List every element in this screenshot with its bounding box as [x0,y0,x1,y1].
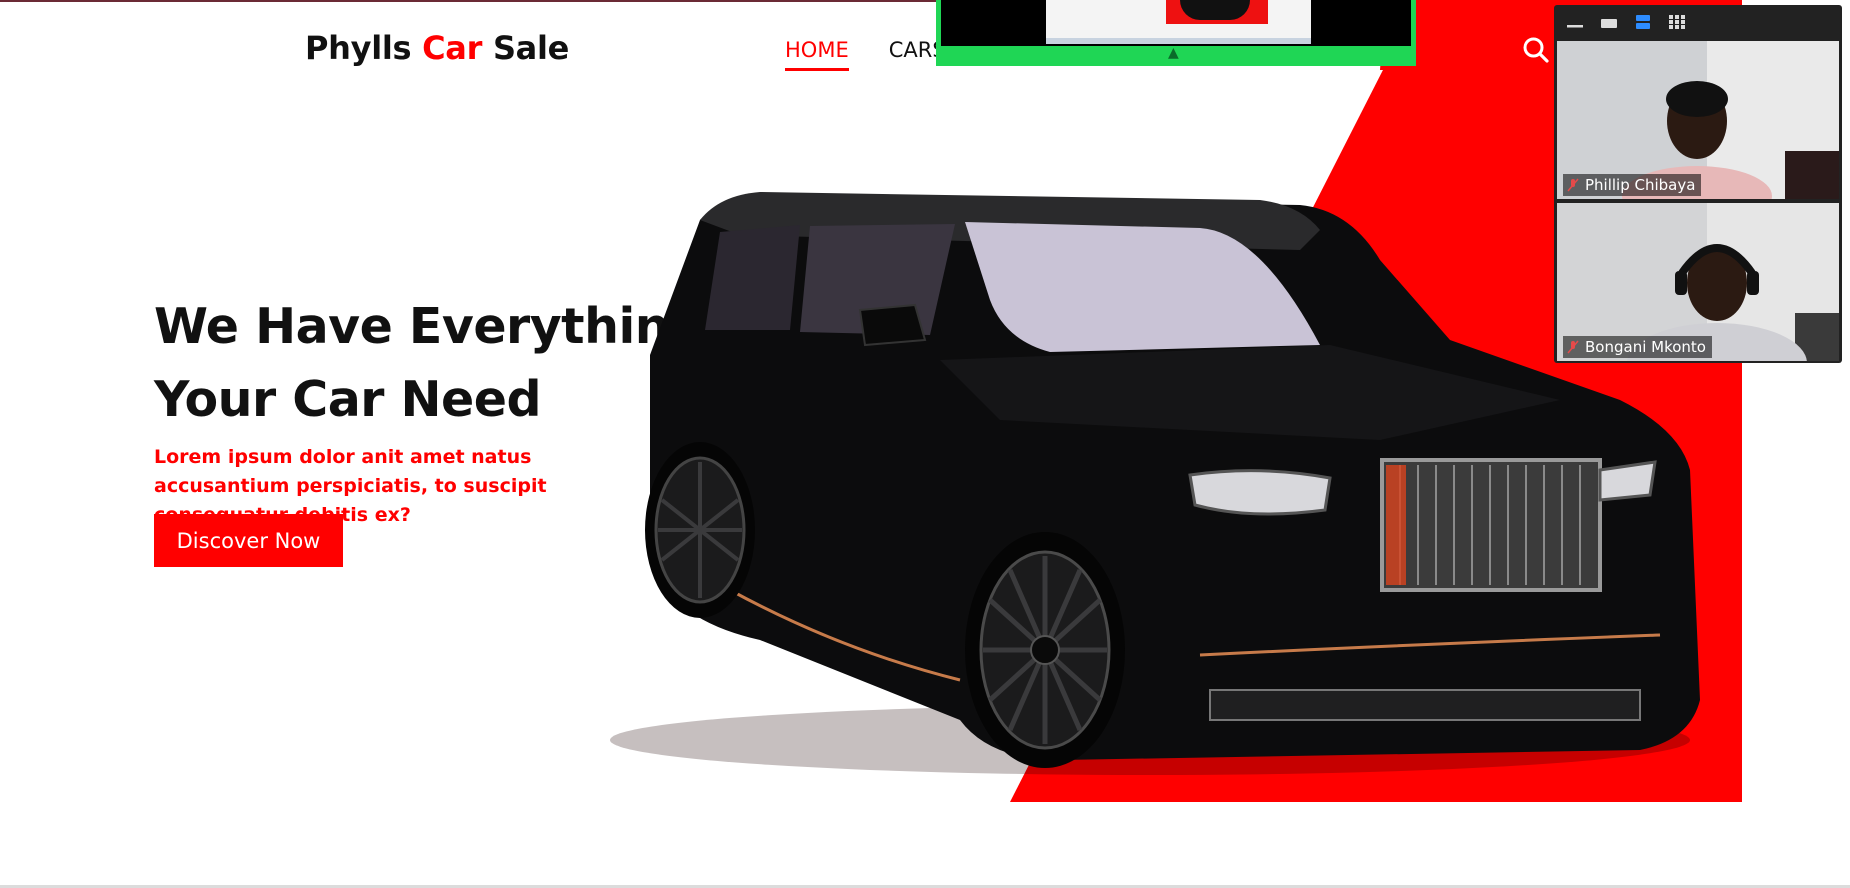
participant-video-tile[interactable]: Bongani Mkonto [1557,203,1839,361]
participant-name-tag: Phillip Chibaya [1563,174,1702,196]
muted-mic-icon [1567,178,1579,192]
participant-video-tile[interactable]: Phillip Chibaya [1557,41,1839,199]
gallery-view-icon[interactable] [1666,14,1688,30]
meeting-toolbar [1554,5,1850,39]
rear-wheel [645,442,755,618]
participant-name-tag: Bongani Mkonto [1563,336,1712,358]
participant-name: Bongani Mkonto [1585,338,1706,356]
stacked-view-icon[interactable] [1632,14,1654,30]
front-wheel [965,532,1125,768]
meeting-video-panel[interactable]: Phillip Chibaya Bongani Mkonto [1554,5,1842,363]
participant-name: Phillip Chibaya [1585,176,1696,194]
muted-mic-icon [1567,340,1579,354]
single-view-icon[interactable] [1598,14,1620,30]
minimize-icon[interactable] [1564,14,1586,30]
